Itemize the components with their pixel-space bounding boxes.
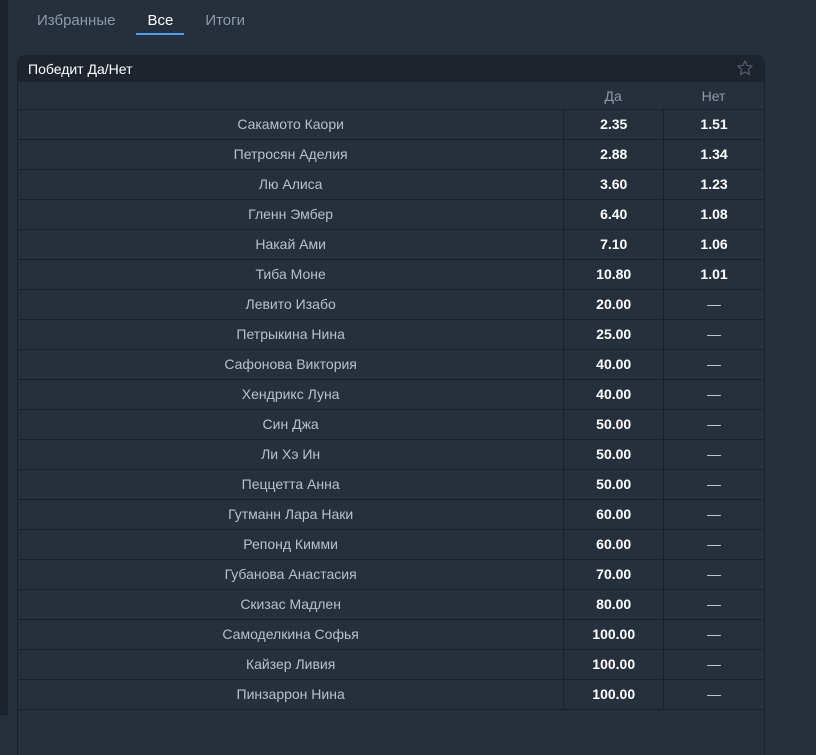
- odds-yes[interactable]: 10.80: [563, 260, 663, 289]
- table-row: Сафонова Виктория 40.00 —: [18, 350, 764, 380]
- participant-name: Гленн Эмбер: [248, 206, 334, 222]
- participant-name: Гутманн Лара Наки: [228, 506, 354, 522]
- odds-no: —: [663, 500, 764, 529]
- odds-yes[interactable]: 6.40: [563, 200, 663, 229]
- market-rows: Сакамото Каори 2.35 1.51 Петросян Аделия …: [18, 110, 764, 710]
- participant-name: Лю Алиса: [258, 176, 323, 192]
- odds-yes[interactable]: 50.00: [563, 470, 663, 499]
- table-row: Лю Алиса 3.60 1.23: [18, 170, 764, 200]
- participant-name: Скизас Мадлен: [240, 596, 341, 612]
- participant-name: Накай Ами: [255, 236, 326, 252]
- participant-name: Губанова Анастасия: [224, 566, 357, 582]
- participant-name: Сафонова Виктория: [224, 356, 357, 372]
- odds-no: —: [663, 440, 764, 469]
- table-row: Тиба Моне 10.80 1.01: [18, 260, 764, 290]
- odds-yes[interactable]: 60.00: [563, 530, 663, 559]
- table-row: Петрыкина Нина 25.00 —: [18, 320, 764, 350]
- odds-yes[interactable]: 100.00: [563, 650, 663, 679]
- participant-name: Петрыкина Нина: [236, 326, 345, 342]
- tab-bar: Избранные Все Итоги: [26, 0, 266, 36]
- table-row: Хендрикс Луна 40.00 —: [18, 380, 764, 410]
- participant-name: Сакамото Каори: [237, 116, 344, 132]
- odds-no: —: [663, 470, 764, 499]
- participant-name: Пинзаррон Нина: [236, 686, 345, 702]
- odds-no: —: [663, 410, 764, 439]
- participant-name: Левито Изабо: [245, 296, 336, 312]
- table-row: Ли Хэ Ин 50.00 —: [18, 440, 764, 470]
- table-row: Гленн Эмбер 6.40 1.08: [18, 200, 764, 230]
- left-panel-edge: [0, 0, 8, 715]
- odds-no: —: [663, 680, 764, 709]
- odds-yes[interactable]: 40.00: [563, 380, 663, 409]
- participant-name: Хендрикс Луна: [241, 386, 340, 402]
- odds-no: —: [663, 650, 764, 679]
- column-yes: Да: [604, 88, 622, 104]
- table-row: Сакамото Каори 2.35 1.51: [18, 110, 764, 140]
- odds-no[interactable]: 1.01: [663, 260, 764, 289]
- table-row: Губанова Анастасия 70.00 —: [18, 560, 764, 590]
- tab-totals[interactable]: Итоги: [194, 0, 256, 36]
- table-row: Репонд Кимми 60.00 —: [18, 530, 764, 560]
- odds-no: —: [663, 350, 764, 379]
- table-row: Левито Изабо 20.00 —: [18, 290, 764, 320]
- participant-name: Самоделкина Софья: [222, 626, 359, 642]
- table-row: Самоделкина Софья 100.00 —: [18, 620, 764, 650]
- participant-name: Син Джа: [262, 416, 319, 432]
- column-no: Нет: [701, 88, 726, 104]
- odds-no: —: [663, 320, 764, 349]
- tab-all[interactable]: Все: [136, 0, 185, 36]
- odds-yes[interactable]: 50.00: [563, 440, 663, 469]
- odds-yes[interactable]: 60.00: [563, 500, 663, 529]
- tab-favorites[interactable]: Избранные: [26, 0, 126, 36]
- market-card: Победит Да/Нет Да Нет Сакамото Каори 2.3…: [17, 55, 765, 755]
- odds-no[interactable]: 1.34: [663, 140, 764, 169]
- odds-no[interactable]: 1.51: [663, 110, 764, 139]
- odds-no: —: [663, 290, 764, 319]
- odds-yes[interactable]: 2.35: [563, 110, 663, 139]
- table-row: Петросян Аделия 2.88 1.34: [18, 140, 764, 170]
- table-row: Накай Ами 7.10 1.06: [18, 230, 764, 260]
- odds-yes[interactable]: 100.00: [563, 680, 663, 709]
- odds-yes[interactable]: 80.00: [563, 590, 663, 619]
- market-header: Победит Да/Нет: [18, 55, 764, 82]
- participant-name: Петросян Аделия: [233, 146, 348, 162]
- table-row: Пеццетта Анна 50.00 —: [18, 470, 764, 500]
- odds-yes[interactable]: 100.00: [563, 620, 663, 649]
- table-row: Пинзаррон Нина 100.00 —: [18, 680, 764, 710]
- odds-yes[interactable]: 2.88: [563, 140, 663, 169]
- table-row: Син Джа 50.00 —: [18, 410, 764, 440]
- odds-no[interactable]: 1.08: [663, 200, 764, 229]
- odds-yes[interactable]: 40.00: [563, 350, 663, 379]
- odds-yes[interactable]: 50.00: [563, 410, 663, 439]
- odds-yes[interactable]: 20.00: [563, 290, 663, 319]
- odds-no: —: [663, 380, 764, 409]
- odds-no: —: [663, 560, 764, 589]
- column-header-row: Да Нет: [18, 82, 764, 110]
- participant-name: Тиба Моне: [255, 266, 326, 282]
- odds-no[interactable]: 1.06: [663, 230, 764, 259]
- odds-no: —: [663, 590, 764, 619]
- odds-no[interactable]: 1.23: [663, 170, 764, 199]
- odds-yes[interactable]: 7.10: [563, 230, 663, 259]
- odds-yes[interactable]: 3.60: [563, 170, 663, 199]
- table-row: Скизас Мадлен 80.00 —: [18, 590, 764, 620]
- participant-name: Репонд Кимми: [243, 536, 338, 552]
- participant-name: Пеццетта Анна: [241, 476, 340, 492]
- odds-no: —: [663, 620, 764, 649]
- odds-yes[interactable]: 25.00: [563, 320, 663, 349]
- odds-no: —: [663, 530, 764, 559]
- table-row: Кайзер Ливия 100.00 —: [18, 650, 764, 680]
- market-title: Победит Да/Нет: [28, 61, 133, 77]
- odds-yes[interactable]: 70.00: [563, 560, 663, 589]
- star-icon[interactable]: [736, 59, 754, 77]
- table-row: Гутманн Лара Наки 60.00 —: [18, 500, 764, 530]
- participant-name: Кайзер Ливия: [245, 656, 336, 672]
- participant-name: Ли Хэ Ин: [261, 446, 321, 462]
